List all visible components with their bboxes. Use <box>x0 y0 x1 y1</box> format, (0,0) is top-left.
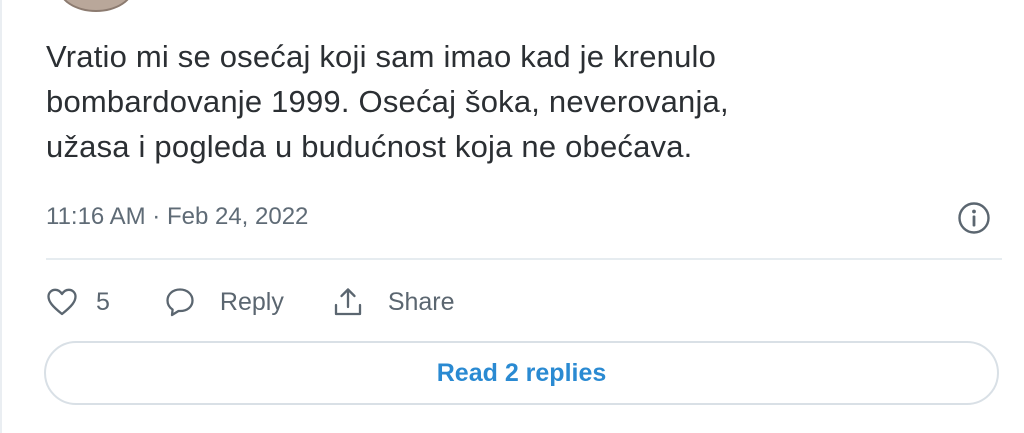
heart-icon <box>46 287 78 317</box>
speech-bubble-icon <box>164 286 196 318</box>
tweet-text-line: užasa i pogleda u budućnost koja ne obeć… <box>46 129 693 164</box>
tweet-meta-row: 11:16 AM · Feb 24, 2022 <box>46 200 1004 236</box>
tweet-text-line: Vratio mi se osećaj koji sam imao kad je… <box>46 39 717 74</box>
reply-button[interactable]: Reply <box>164 286 284 318</box>
reply-label: Reply <box>219 287 284 316</box>
tweet-text-line: bombardovanje 1999. Osećaj šoka, neverov… <box>46 84 729 119</box>
tweet-timestamp[interactable]: 11:16 AM · Feb 24, 2022 <box>46 203 308 231</box>
share-upload-icon <box>332 286 364 318</box>
tweet-text: Vratio mi se osećaj koji sam imao kad je… <box>46 34 986 169</box>
share-label: Share <box>387 287 455 316</box>
like-button[interactable]: 5 <box>46 287 110 317</box>
tweet-card: Vratio mi se osećaj koji sam imao kad je… <box>0 0 1024 433</box>
share-button[interactable]: Share <box>332 286 455 318</box>
read-replies-button[interactable]: Read 2 replies <box>44 341 999 405</box>
avatar[interactable] <box>58 0 134 12</box>
like-count: 5 <box>96 287 110 316</box>
divider <box>46 258 1002 260</box>
tweet-actions: 5 Reply Share <box>46 282 455 322</box>
info-icon[interactable] <box>956 200 992 236</box>
